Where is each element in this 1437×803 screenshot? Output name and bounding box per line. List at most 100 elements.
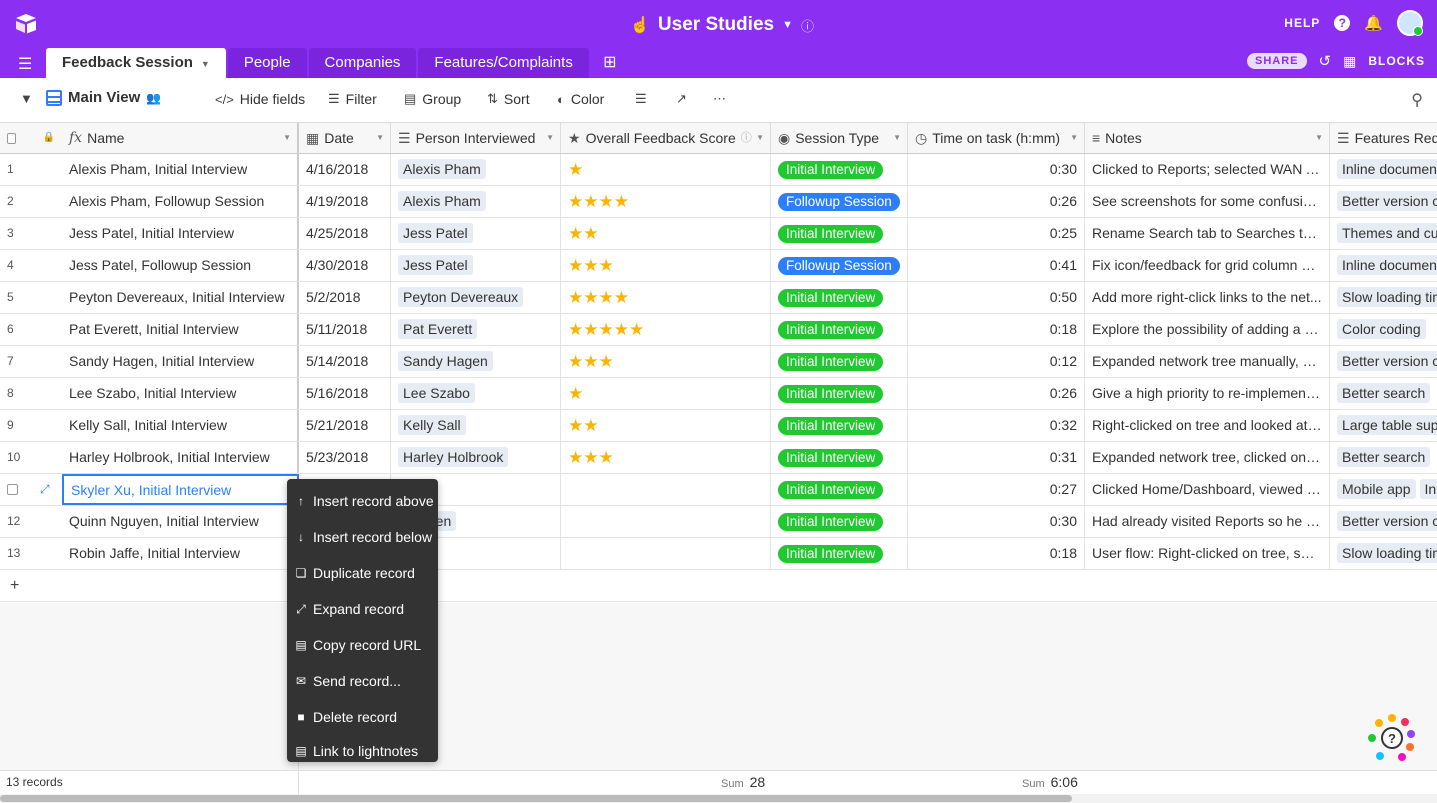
table-row[interactable]: 4 Jess Patel, Followup Session 4/30/2018 Je… [0,250,1437,282]
table-row[interactable]: 9 Kelly Sall, Initial Interview 5/21/2018 K… [0,410,1437,442]
airtable-logo-icon[interactable] [14,12,38,36]
column-header-features[interactable]: ☰ Features Requ [1330,123,1437,153]
rating-stars[interactable]: ★ [568,384,583,403]
table-row[interactable]: 10 Harley Holbrook, Initial Interview 5/23… [0,442,1437,474]
notes-cell[interactable]: Explore the possibility of adding a S... [1085,314,1330,345]
score-cell[interactable]: ★★★★ [561,186,771,217]
feature-chip[interactable]: Inline document [1337,255,1437,275]
name-cell[interactable]: Sandy Hagen, Initial Interview [62,346,299,377]
person-cell[interactable]: Lee Szabo [391,378,561,409]
menu-item-copy-record-url[interactable]: ▤ Copy record URL [287,627,438,663]
notes-cell[interactable]: User flow: Right-clicked on tree, sel... [1085,538,1330,569]
session-type-cell[interactable]: Initial Interview [771,538,908,569]
chevron-down-icon[interactable]: ▼ [782,19,793,31]
rating-stars[interactable]: ★★★ [568,352,614,371]
notes-cell[interactable]: Fix icon/feedback for grid column so... [1085,250,1330,281]
date-cell[interactable]: 4/30/2018 [299,250,391,281]
person-chip[interactable]: Jess Patel [398,223,473,243]
menu-item-send-record[interactable]: ✉ Send record... [287,663,438,699]
date-cell[interactable]: 5/2/2018 [299,282,391,313]
name-cell[interactable]: Harley Holbrook, Initial Interview [62,442,299,473]
notes-cell[interactable]: Clicked Home/Dashboard, viewed C... [1085,474,1330,505]
time-cell[interactable]: 0:26 [908,378,1085,409]
features-cell[interactable]: Inline document [1330,250,1437,281]
column-header-time[interactable]: ◷ Time on task (h:mm) ▼ [908,123,1085,153]
hamburger-menu-icon[interactable]: ☰ [18,54,32,74]
person-cell[interactable]: Alexis Pham [391,154,561,185]
features-cell[interactable]: Better search [1330,378,1437,409]
horizontal-scrollbar[interactable] [0,794,1437,803]
row-number-cell[interactable]: ⤢ [0,474,62,505]
time-summary[interactable]: Sum 6:06 [1022,774,1078,790]
menu-item-delete-record[interactable]: ■ Delete record [287,699,438,735]
column-header-notes[interactable]: ≡ Notes ▼ [1085,123,1330,153]
person-cell[interactable]: Jess Patel [391,250,561,281]
person-cell[interactable]: Sandy Hagen [391,346,561,377]
column-header-date[interactable]: ▦ Date ▼ [299,123,391,153]
date-cell[interactable]: 4/19/2018 [299,186,391,217]
person-cell[interactable]: Pat Everett [391,314,561,345]
menu-item-link-to-lightnotes[interactable]: ▤ Link to lightnotes [287,735,438,767]
name-cell[interactable]: Jess Patel, Followup Session [62,250,299,281]
score-cell[interactable]: ★★★ [561,442,771,473]
chevron-down-icon[interactable]: ▼ [756,123,764,153]
features-cell[interactable]: Slow loading tim [1330,282,1437,313]
feature-chip[interactable]: Better search [1337,383,1431,403]
session-type-cell[interactable]: Initial Interview [771,346,908,377]
person-chip[interactable]: Peyton Devereaux [398,287,524,307]
table-row[interactable]: 12Quinn Nguyen, Initial InterviewNguyenI… [0,506,1437,538]
tab-features-complaints[interactable]: Features/Complaints [418,48,589,78]
name-cell[interactable]: Jess Patel, Initial Interview [62,218,299,249]
blocks-button[interactable]: BLOCKS [1368,54,1425,68]
features-cell[interactable]: Slow loading tim [1330,538,1437,569]
person-chip[interactable]: Pat Everett [398,319,478,339]
add-table-icon[interactable]: ⊞ [599,48,621,78]
feature-chip[interactable]: Inline document [1337,159,1437,179]
info-icon[interactable]: ⓘ [741,123,752,153]
features-cell[interactable]: Mobile appInlin [1330,474,1437,505]
name-cell[interactable]: Pat Everett, Initial Interview [62,314,299,345]
time-cell[interactable]: 0:25 [908,218,1085,249]
person-chip[interactable]: Jess Patel [398,255,473,275]
select-all-checkbox[interactable] [7,132,16,144]
person-cell[interactable]: Alexis Pham [391,186,561,217]
feature-chip[interactable]: Better version co [1337,191,1437,211]
rating-stars[interactable]: ★★ [568,416,598,435]
score-cell[interactable] [561,474,771,505]
score-cell[interactable]: ★★ [561,410,771,441]
person-chip[interactable]: Alexis Pham [398,191,486,211]
table-row[interactable]: 5 Peyton Devereaux, Initial Interview 5/2/… [0,282,1437,314]
table-row[interactable]: 1 Alexis Pham, Initial Interview 4/16/2018… [0,154,1437,186]
time-cell[interactable]: 0:18 [908,314,1085,345]
hide-fields-button[interactable]: </> Hide fields [215,91,305,107]
score-cell[interactable]: ★★★★ [561,282,771,313]
features-cell[interactable]: Better search [1330,442,1437,473]
person-chip[interactable]: Lee Szabo [398,383,475,403]
person-chip[interactable]: Alexis Pham [398,159,486,179]
table-row[interactable]: 7 Sandy Hagen, Initial Interview 5/14/2018… [0,346,1437,378]
column-header-type[interactable]: ◉ Session Type ▼ [771,123,908,153]
time-cell[interactable]: 0:31 [908,442,1085,473]
time-cell[interactable]: 0:41 [908,250,1085,281]
chevron-down-icon[interactable]: ▼ [1070,123,1078,153]
name-cell[interactable]: Robin Jaffe, Initial Interview [62,538,299,569]
name-cell[interactable]: Kelly Sall, Initial Interview [62,410,299,441]
chevron-down-icon[interactable]: ▼ [546,123,554,153]
notes-cell[interactable]: See screenshots for some confusing... [1085,186,1330,217]
menu-item-expand-record[interactable]: ⤢ Expand record [287,591,438,627]
color-button[interactable]: ◐ Color [557,91,604,107]
notes-cell[interactable]: Right-clicked on tree and looked at ... [1085,410,1330,441]
feature-chip[interactable]: Slow loading tim [1337,287,1437,307]
chevron-down-icon[interactable]: ▼ [283,123,291,153]
date-cell[interactable]: 5/14/2018 [299,346,391,377]
view-switcher[interactable]: Main View 👥 [46,89,161,106]
score-cell[interactable]: ★★★ [561,250,771,281]
table-row[interactable]: 6 Pat Everett, Initial Interview 5/11/2018… [0,314,1437,346]
features-cell[interactable]: Inline document [1330,154,1437,185]
session-type-cell[interactable]: Followup Session [771,186,908,217]
person-cell[interactable]: Harley Holbrook [391,442,561,473]
session-type-cell[interactable]: Initial Interview [771,218,908,249]
tab-people[interactable]: People [227,48,307,78]
session-type-cell[interactable]: Initial Interview [771,474,908,505]
features-cell[interactable]: Color coding [1330,314,1437,345]
